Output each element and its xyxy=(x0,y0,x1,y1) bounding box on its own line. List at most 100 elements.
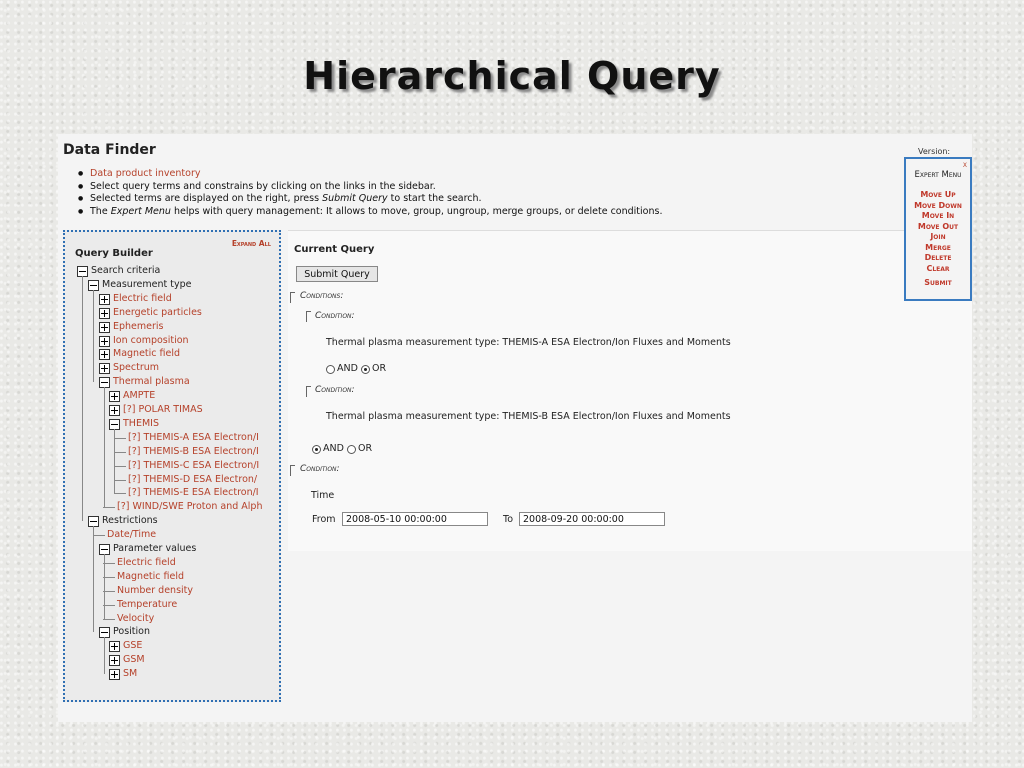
tree-label[interactable]: Electric field xyxy=(113,292,172,306)
from-date-input[interactable] xyxy=(342,512,488,526)
intro-text: Selected terms are displayed on the righ… xyxy=(90,193,323,204)
tree-node-ephemeris: Ephemeris xyxy=(65,320,279,334)
expand-icon[interactable] xyxy=(99,349,110,361)
tree-node-gse: GSE xyxy=(65,639,279,653)
and-radio[interactable] xyxy=(312,445,321,454)
tree-label: Restrictions xyxy=(102,515,158,527)
tree-label[interactable]: [?] THEMIS-C ESA Electron/I xyxy=(128,459,259,473)
tree-node-wind-swe-proton-and-alph: [?] WIND/SWE Proton and Alph xyxy=(65,500,279,514)
tree-label[interactable]: [?] WIND/SWE Proton and Alph xyxy=(117,500,262,514)
tree-label[interactable]: THEMIS xyxy=(123,417,159,431)
condition-text: Thermal plasma measurement type: THEMIS-… xyxy=(326,411,731,422)
expert-menu-items: Move Up Move Down Move In Move Out Join Merge… xyxy=(906,190,970,274)
condition-label: Condition: xyxy=(315,311,355,321)
tree-label: Parameter values xyxy=(113,543,197,554)
tree-label[interactable]: AMPTE xyxy=(123,389,155,403)
time-label: Time xyxy=(311,490,335,501)
tree-label[interactable]: Date/Time xyxy=(107,528,156,542)
tree-label: Search criteria xyxy=(91,265,161,276)
tree-connector xyxy=(114,451,126,453)
tree-node-parameter-values: Parameter values xyxy=(65,542,279,556)
tree-label[interactable]: Spectrum xyxy=(113,361,159,375)
tree-label[interactable]: [?] POLAR TIMAS xyxy=(123,403,203,417)
tree-label[interactable]: [?] THEMIS-B ESA Electron/I xyxy=(128,445,259,459)
condition-bracket xyxy=(290,465,295,476)
expand-icon[interactable] xyxy=(99,321,110,333)
tree-label[interactable]: Number density xyxy=(117,584,193,598)
tree-connector xyxy=(93,535,105,537)
tree-label[interactable]: GSM xyxy=(123,653,145,667)
expert-join-button[interactable]: Join xyxy=(906,232,970,243)
expert-move-up-button[interactable]: Move Up xyxy=(906,190,970,201)
expert-move-down-button[interactable]: Move Down xyxy=(906,201,970,212)
conditions-label: Conditions: xyxy=(300,291,344,301)
expand-icon[interactable] xyxy=(99,363,110,375)
tree-connector xyxy=(93,289,94,383)
tree-node-electric-field: Electric field xyxy=(65,292,279,306)
expand-icon[interactable] xyxy=(109,391,120,403)
tree-label[interactable]: SM xyxy=(123,667,137,681)
tree-label[interactable]: Magnetic field xyxy=(113,347,180,361)
or-label: OR xyxy=(358,443,373,454)
expand-icon[interactable] xyxy=(109,641,120,653)
expand-icon[interactable] xyxy=(99,335,110,347)
intro-emphasis: Expert Menu xyxy=(110,205,171,217)
expert-merge-button[interactable]: Merge xyxy=(906,243,970,254)
tree-label[interactable]: Electric field xyxy=(117,556,176,570)
and-radio[interactable] xyxy=(326,365,335,374)
tree-node-position: Position xyxy=(65,625,279,639)
tree-connector xyxy=(104,554,105,619)
expand-icon[interactable] xyxy=(109,405,120,416)
tree-connector xyxy=(114,493,126,495)
tree-node-gsm: GSM xyxy=(65,653,279,667)
expert-delete-button[interactable]: Delete xyxy=(906,253,970,264)
tree-label[interactable]: [?] THEMIS-D ESA Electron/ xyxy=(128,473,257,487)
to-date-input[interactable] xyxy=(519,512,665,526)
tree-label[interactable]: Energetic particles xyxy=(113,306,202,320)
expand-icon[interactable] xyxy=(99,307,110,319)
tree-connector xyxy=(104,387,105,508)
query-builder-sidebar: Expand All Query Builder Search criteria… xyxy=(63,230,281,702)
tree-label[interactable]: Temperature xyxy=(117,598,177,612)
data-product-inventory-link[interactable]: Data product inventory xyxy=(90,168,200,179)
or-radio[interactable] xyxy=(347,445,356,454)
tree-node-themis-a-esa-electron-i: [?] THEMIS-A ESA Electron/I xyxy=(65,431,279,445)
expand-icon[interactable] xyxy=(99,293,110,305)
tree-connector xyxy=(103,618,115,620)
condition-bracket xyxy=(306,386,311,397)
tree-label[interactable]: [?] THEMIS-E ESA Electron/I xyxy=(128,486,259,500)
intro-item: Data product inventory xyxy=(78,168,662,181)
expert-clear-button[interactable]: Clear xyxy=(906,264,970,275)
tree-node-measurement-type: Measurement type xyxy=(65,278,279,292)
expand-icon[interactable] xyxy=(109,655,120,667)
tree-label[interactable]: GSE xyxy=(123,639,142,653)
tree-connector xyxy=(114,465,126,467)
submit-query-button[interactable]: Submit Query xyxy=(296,266,378,282)
tree-node-date-time: Date/Time xyxy=(65,528,279,542)
tree-connector xyxy=(114,437,126,439)
tree-label[interactable]: Magnetic field xyxy=(117,570,184,584)
expand-icon[interactable] xyxy=(109,669,120,681)
intro-text: to start the search. xyxy=(387,193,482,204)
expert-move-out-button[interactable]: Move Out xyxy=(906,222,970,233)
expert-move-in-button[interactable]: Move In xyxy=(906,211,970,222)
or-radio[interactable] xyxy=(361,365,370,374)
tree-node-magnetic-field: Magnetic field xyxy=(65,347,279,361)
tree-label[interactable]: Thermal plasma xyxy=(113,375,190,389)
data-finder-app: Data Finder Version: 1.0.6 Data product … xyxy=(58,134,972,722)
expert-submit-button[interactable]: Submit xyxy=(906,278,970,287)
from-label: From xyxy=(312,514,336,525)
tree-node-temperature: Temperature xyxy=(65,598,279,612)
tree-node-themis-e-esa-electron-i: [?] THEMIS-E ESA Electron/I xyxy=(65,486,279,500)
tree-node-themis-b-esa-electron-i: [?] THEMIS-B ESA Electron/I xyxy=(65,445,279,459)
tree-label[interactable]: Velocity xyxy=(117,612,154,626)
tree-label[interactable]: Ephemeris xyxy=(113,320,164,334)
tree-node-electric-field: Electric field xyxy=(65,556,279,570)
tree-node-energetic-particles: Energetic particles xyxy=(65,306,279,320)
tree-connector xyxy=(93,526,94,633)
close-icon[interactable]: x xyxy=(963,160,967,169)
tree-node-themis-c-esa-electron-i: [?] THEMIS-C ESA Electron/I xyxy=(65,459,279,473)
tree-label[interactable]: [?] THEMIS-A ESA Electron/I xyxy=(128,431,259,445)
tree-label[interactable]: Ion composition xyxy=(113,334,189,348)
tree-connector xyxy=(114,428,115,494)
